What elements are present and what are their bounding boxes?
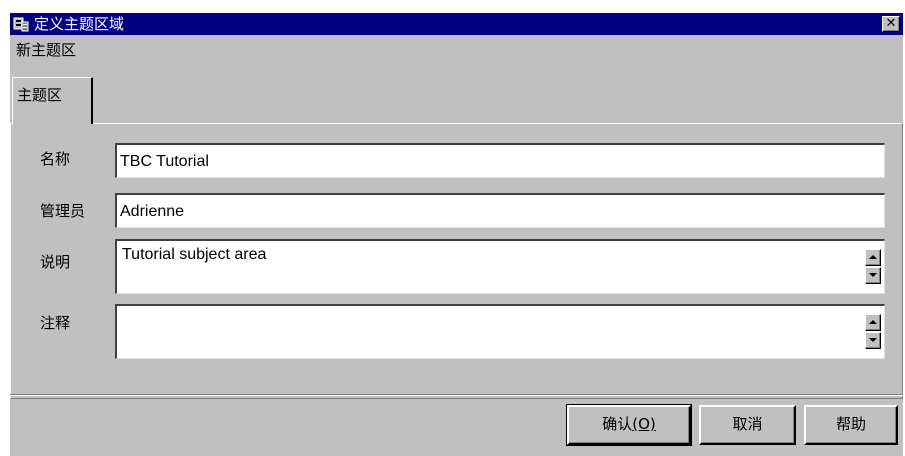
window-title: 定义主题区域	[34, 15, 125, 33]
description-scroll-down-button[interactable]	[865, 267, 881, 284]
description-field[interactable]: Tutorial subject area	[115, 239, 885, 294]
ok-button[interactable]: 确认(O)	[566, 404, 692, 446]
ok-button-mnemonic: (O)	[632, 415, 656, 433]
arrow-up-icon	[869, 255, 877, 259]
page-heading: 新主题区	[16, 41, 77, 59]
app-icon	[13, 17, 29, 32]
help-button[interactable]: 帮助	[804, 405, 898, 445]
comment-field[interactable]	[115, 304, 885, 359]
name-label: 名称	[40, 150, 71, 168]
close-icon: ✕	[885, 16, 897, 31]
cancel-button[interactable]: 取消	[699, 405, 796, 445]
arrow-up-icon	[869, 320, 877, 324]
comment-scroll-down-button[interactable]	[865, 332, 881, 349]
owner-label: 管理员	[40, 202, 86, 220]
description-scroll-up-button[interactable]	[865, 249, 881, 266]
description-label: 说明	[40, 253, 71, 271]
footer-separator	[10, 394, 903, 396]
description-text: Tutorial subject area	[122, 246, 267, 263]
dialog-window: 定义主题区域 ✕ 新主题区 主题区 名称 TBC Tutorial 管理员 Ad…	[10, 13, 903, 456]
tab-subject-area[interactable]: 主题区	[12, 77, 93, 124]
arrow-down-icon	[869, 273, 877, 277]
comment-label: 注释	[40, 314, 71, 332]
help-button-label: 帮助	[835, 415, 866, 433]
title-bar: 定义主题区域 ✕	[10, 13, 903, 35]
ok-button-label: 确认	[602, 415, 633, 433]
close-button[interactable]: ✕	[882, 16, 900, 32]
owner-field[interactable]: Adrienne	[115, 193, 885, 228]
cancel-button-label: 取消	[732, 415, 763, 433]
comment-scroll-up-button[interactable]	[865, 314, 881, 331]
name-field[interactable]: TBC Tutorial	[115, 143, 885, 178]
tab-label: 主题区	[17, 86, 63, 104]
arrow-down-icon	[869, 338, 877, 342]
